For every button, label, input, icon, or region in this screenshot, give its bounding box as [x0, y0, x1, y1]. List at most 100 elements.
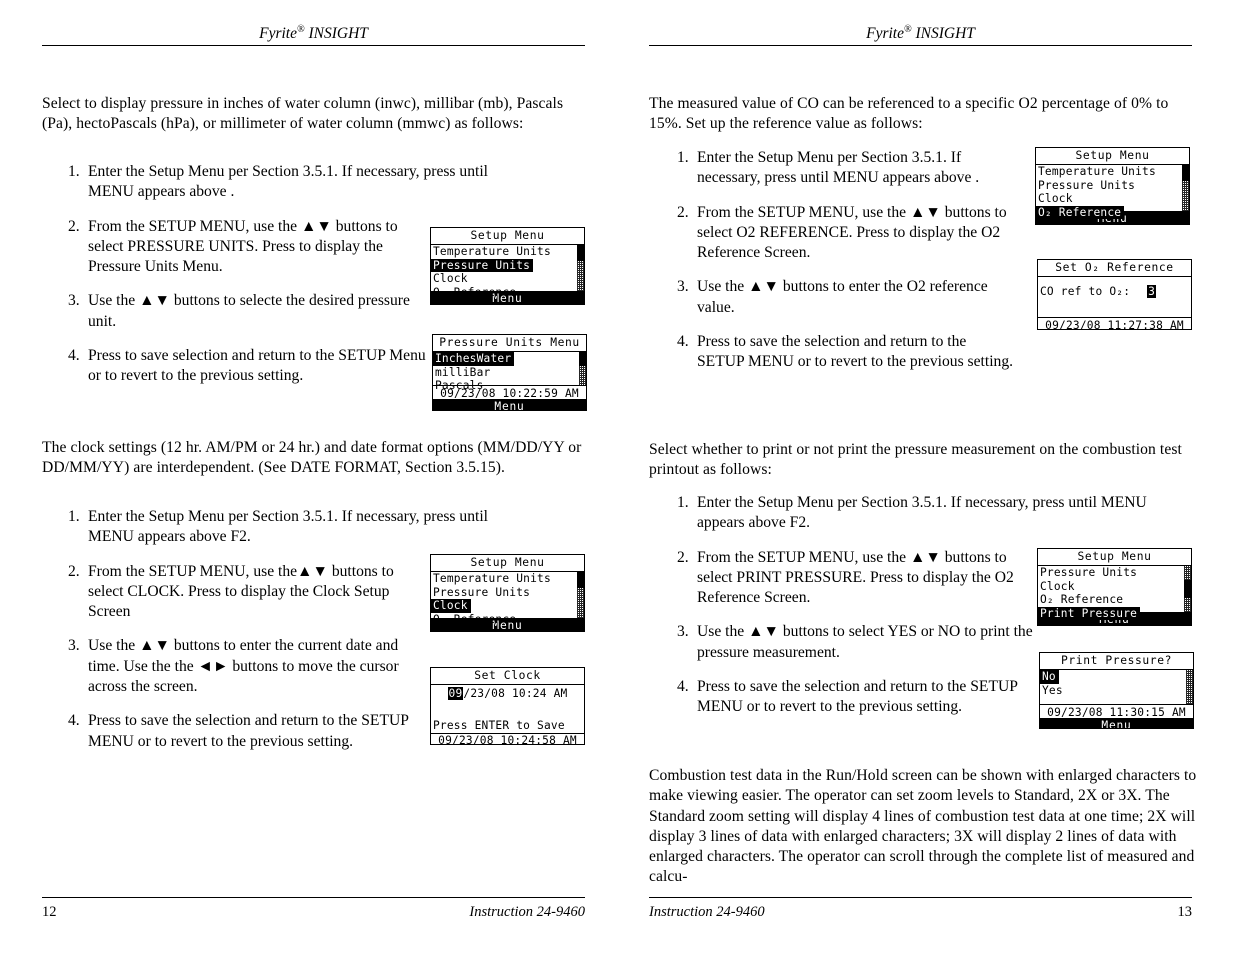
page-number-right: 13 — [1177, 904, 1193, 920]
list-text: Use the ▲▼ buttons to select YES or NO t… — [697, 623, 1033, 661]
list-item: 1. Enter the Setup Menu per Section 3.5.… — [677, 148, 1017, 189]
running-head-right: Fyrite® INSIGHT — [649, 24, 1192, 43]
lcd-title: Pressure Units Menu — [433, 335, 586, 353]
list-number: 4. — [677, 333, 689, 351]
lcd-scrollbar[interactable] — [1184, 566, 1191, 613]
list-number: 1. — [68, 508, 80, 525]
list-item: 2. From the SETUP MENU, use the ▲▼ butto… — [68, 217, 428, 278]
page-spread: Fyrite® INSIGHT Select to display pressu… — [0, 0, 1235, 954]
lcd-scrollbar[interactable] — [577, 245, 584, 292]
clock-field-value[interactable]: /23/08 10:24 AM — [463, 687, 567, 700]
lcd-status-line: 09/23/08 11:27:38 AM — [1038, 317, 1191, 329]
intro-paragraph-print: Select whether to print or not print the… — [649, 441, 1182, 479]
lcd-menu-bar[interactable]: Menu — [1040, 718, 1193, 728]
list-item: 3. Use the ▲▼ buttons to enter the curre… — [68, 636, 428, 697]
clock-field-cursor[interactable]: 09 — [447, 687, 464, 701]
lcd-scrollbar[interactable] — [1186, 670, 1193, 705]
list-text: From the SETUP MENU, use the ▲▼ buttons … — [88, 217, 398, 276]
lcd-list-item[interactable]: Temperature Units — [431, 572, 552, 585]
list-text: Use the ▲▼ buttons to enter the O2 refer… — [697, 278, 988, 316]
lcd-set-o2-reference: Set O₂ Reference CO ref to O₂: 3 09/23/0… — [1037, 259, 1192, 330]
brand-name: Fyrite — [866, 25, 904, 43]
list-number: 4. — [68, 347, 80, 365]
lcd-list-item[interactable]: Pressure Units — [1038, 566, 1138, 579]
print-pressure-steps: 1. Enter the Setup Menu per Section 3.5.… — [677, 493, 1147, 730]
list-item: 4. Press to save the selection and retur… — [677, 677, 1022, 718]
lcd-set-clock: Set Clock 09/23/08 10:24 AM Press ENTER … — [430, 667, 585, 745]
o2-ref-value[interactable]: 3 — [1147, 285, 1157, 299]
lcd-setup-menu-print: Setup Menu Pressure Units Clock O₂ Refer… — [1037, 548, 1192, 626]
lcd-title: Setup Menu — [1036, 148, 1189, 166]
lcd-list-item-selected[interactable]: O₂ Reference — [1036, 205, 1125, 219]
lcd-list-item[interactable]: Pressure Units — [1036, 179, 1136, 192]
list-number: 1. — [677, 149, 689, 166]
registered-mark: ® — [296, 24, 305, 35]
brand-name: Fyrite — [259, 25, 297, 43]
left-page: Fyrite® INSIGHT Select to display pressu… — [0, 0, 617, 954]
lcd-list-item[interactable]: O₂ Reference — [1038, 593, 1124, 606]
o2-ref-label: CO ref to O₂: — [1040, 285, 1131, 299]
list-text: Press to save the selection and return t… — [697, 333, 1014, 371]
list-number: 3. — [677, 623, 689, 641]
right-page: Fyrite® INSIGHT The measured value of CO… — [617, 0, 1234, 954]
list-item: 3. Use the ▲▼ buttons to select YES or N… — [677, 622, 1033, 663]
lcd-title: Set O₂ Reference — [1038, 260, 1191, 278]
lcd-list-item-selected[interactable]: No — [1040, 670, 1059, 684]
registered-mark: ® — [903, 24, 912, 35]
list-item: 2. From the SETUP MENU, use the ▲▼ butto… — [677, 548, 1022, 609]
lcd-list-item-selected[interactable]: Print Pressure — [1038, 606, 1141, 620]
lcd-list-item[interactable]: Pressure Units — [431, 586, 531, 599]
lcd-menu-bar[interactable]: Menu — [433, 399, 586, 410]
lcd-list-item[interactable]: O₂ Reference — [431, 613, 517, 626]
list-item: 1. Enter the Setup Menu per Section 3.5.… — [677, 493, 1147, 534]
lcd-prompt: Press ENTER to Save — [433, 719, 565, 733]
footer-rule-right — [649, 897, 1192, 898]
o2-reference-steps: 1. Enter the Setup Menu per Section 3.5.… — [677, 148, 1017, 385]
list-number: 4. — [68, 712, 80, 730]
list-text: Press to save the selection and return t… — [697, 678, 1018, 716]
lcd-list-item[interactable]: Clock — [1038, 580, 1076, 593]
lcd-list-item[interactable]: Temperature Units — [431, 245, 552, 258]
list-text: Enter the Setup Menu per Section 3.5.1. … — [88, 508, 488, 546]
lcd-list-item-selected[interactable]: Pressure Units — [431, 258, 534, 273]
list-number: 3. — [68, 637, 80, 655]
lcd-title: Setup Menu — [431, 228, 584, 246]
lcd-title: Setup Menu — [431, 555, 584, 573]
list-text: Use the ▲▼ buttons to enter the current … — [88, 637, 399, 696]
lcd-scrollbar[interactable] — [579, 352, 586, 386]
lcd-print-pressure: Print Pressure? No Yes 09/23/08 11:30:15… — [1039, 652, 1194, 729]
lcd-setup-menu-clock: Setup Menu Temperature Units Pressure Un… — [430, 554, 585, 632]
list-number: 3. — [677, 278, 689, 296]
intro-paragraph-clock: The clock settings (12 hr. AM/PM or 24 h… — [42, 439, 582, 477]
list-item: 3. Use the ▲▼ buttons to selecte the des… — [68, 291, 428, 332]
list-text: Enter the Setup Menu per Section 3.5.1. … — [88, 163, 488, 201]
running-head-left: Fyrite® INSIGHT — [42, 24, 585, 43]
lcd-list-item-selected[interactable]: Clock — [431, 599, 471, 613]
list-text: Enter the Setup Menu per Section 3.5.1. … — [697, 494, 1147, 532]
lcd-list-item[interactable]: Temperature Units — [1036, 165, 1157, 178]
lcd-list-item[interactable]: O₂ Reference — [431, 286, 517, 299]
lcd-title: Print Pressure? — [1040, 653, 1193, 671]
clock-steps: 1. Enter the Setup Menu per Section 3.5.… — [68, 507, 488, 764]
list-text: From the SETUP MENU, use the ▲▼ buttons … — [697, 548, 1014, 607]
lcd-list-item[interactable]: milliBar — [433, 366, 491, 379]
list-number: 2. — [68, 217, 80, 235]
lcd-list-item[interactable]: Clock — [1036, 192, 1074, 205]
product-name: INSIGHT — [911, 25, 975, 43]
lcd-status-line: 09/23/08 10:24:58 AM — [431, 732, 584, 744]
list-number: 3. — [68, 292, 80, 310]
lcd-list-item[interactable]: Yes — [1040, 684, 1064, 697]
list-item: 2. From the SETUP MENU, use the ▲▼ butto… — [677, 203, 1017, 264]
lcd-list-item-selected[interactable]: InchesWater — [433, 352, 515, 366]
list-item: 4. Press to save selection and return to… — [68, 346, 428, 387]
lcd-scrollbar[interactable] — [1182, 165, 1189, 212]
lcd-setup-menu-o2: Setup Menu Temperature Units Pressure Un… — [1035, 147, 1190, 225]
footer-rule-left — [42, 897, 585, 898]
list-number: 2. — [677, 203, 689, 221]
lcd-scrollbar[interactable] — [577, 572, 584, 619]
header-rule-right — [649, 45, 1192, 46]
lcd-list-item[interactable]: Clock — [431, 272, 469, 285]
list-item: 3. Use the ▲▼ buttons to enter the O2 re… — [677, 277, 1017, 318]
pressure-units-steps: 1. Enter the Setup Menu per Section 3.5.… — [68, 162, 488, 399]
lcd-list-item[interactable]: Pascals — [433, 379, 485, 392]
